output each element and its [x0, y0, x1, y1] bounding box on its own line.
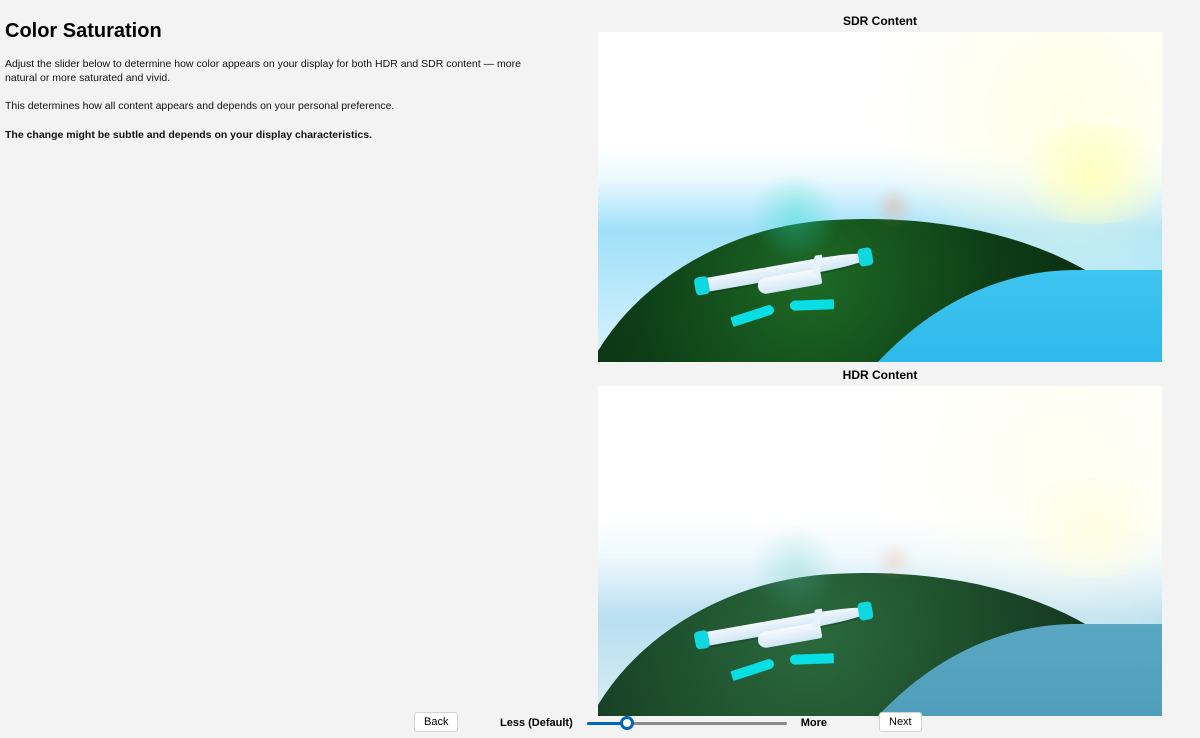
preview-column: SDR Content HDR Content — [598, 8, 1162, 716]
hdr-preview-image — [598, 386, 1162, 716]
hdr-preview-label: HDR Content — [598, 362, 1162, 386]
description-paragraph-3: The change might be subtle and depends o… — [5, 128, 545, 142]
description-paragraph-2: This determines how all content appears … — [5, 99, 545, 113]
bottom-bar: Back Less (Default) More Next — [0, 708, 1200, 738]
back-button[interactable]: Back — [414, 712, 458, 732]
slider-less-label: Less (Default) — [500, 717, 573, 729]
sdr-preview-label: SDR Content — [598, 8, 1162, 32]
page-title: Color Saturation — [5, 20, 545, 43]
slider-thumb[interactable] — [620, 716, 634, 730]
description-paragraph-1: Adjust the slider below to determine how… — [5, 57, 545, 85]
slider-more-label: More — [801, 717, 827, 729]
sdr-preview-image — [598, 32, 1162, 362]
slider-track-rest — [627, 722, 787, 725]
saturation-slider[interactable] — [587, 714, 787, 732]
next-button[interactable]: Next — [879, 712, 922, 732]
